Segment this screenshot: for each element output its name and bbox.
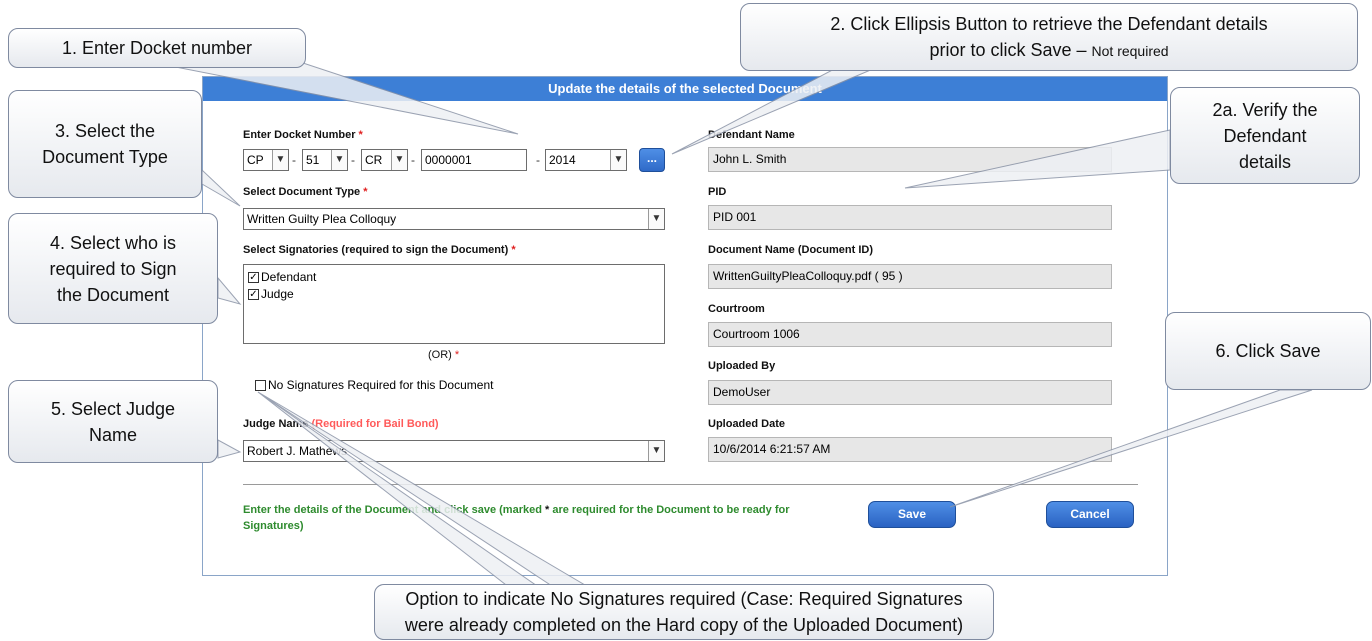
docket-separator: - — [536, 153, 540, 167]
chevron-down-icon: ▼ — [648, 209, 664, 229]
callout-signatories: 4. Select who is required to Sign the Do… — [8, 213, 218, 324]
docket-label-text: Enter Docket Number — [243, 129, 356, 141]
callout-text: 2. Click Ellipsis Button to retrieve the… — [830, 13, 1268, 34]
docket-part2-value: 51 — [306, 153, 320, 167]
checkbox-checked[interactable]: ✓ — [248, 272, 259, 283]
docket-separator: - — [292, 153, 296, 167]
callout-text: 6. Click Save — [1215, 341, 1321, 361]
docket-part2-select[interactable]: 51 ▼ — [302, 149, 348, 171]
judge-name-label-text: Judge Name — [243, 418, 309, 430]
callout-verify-defendant: 2a. Verify the Defendant details — [1170, 87, 1360, 184]
chevron-down-icon: ▼ — [331, 150, 347, 170]
dialog-title: Update the details of the selected Docum… — [203, 77, 1167, 101]
document-type-select[interactable]: Written Guilty Plea Colloquy ▼ — [243, 208, 665, 230]
ellipsis-button[interactable]: ... — [639, 148, 665, 172]
callout-enter-docket: 1. Enter Docket number — [8, 28, 306, 68]
document-type-value: Written Guilty Plea Colloquy — [247, 212, 397, 226]
callout-text: 1. Enter Docket number — [61, 38, 253, 58]
signatory-label: Judge — [261, 287, 294, 301]
chevron-down-icon: ▼ — [272, 150, 288, 170]
callout-text-main: prior to click Save – — [929, 39, 1087, 60]
courtroom-label: Courtroom — [708, 303, 765, 315]
judge-name-value: Robert J. Mathews — [247, 444, 348, 458]
callout-text: Defendant — [1223, 125, 1307, 146]
signatories-label-text: Select Signatories (required to sign the… — [243, 244, 509, 256]
document-type-label-text: Select Document Type — [243, 186, 361, 198]
checkbox-checked[interactable]: ✓ — [248, 289, 259, 300]
required-mark: * — [454, 349, 460, 361]
docket-label: Enter Docket Number * — [243, 129, 363, 141]
or-label: (OR) — [428, 349, 452, 361]
uploaded-by-label: Uploaded By — [708, 360, 776, 372]
required-mark: * — [358, 129, 363, 141]
uploaded-date-label: Uploaded Date — [708, 418, 786, 430]
chevron-down-icon: ▼ — [610, 150, 626, 170]
signatory-label: Defendant — [261, 270, 317, 284]
callout-text: 3. Select the — [54, 121, 156, 141]
judge-required-note: (Required for Bail Bond) — [311, 418, 439, 430]
callout-judge-name: 5. Select Judge Name — [8, 380, 218, 463]
defendant-name-field: John L. Smith — [708, 147, 1112, 172]
signatories-label: Select Signatories (required to sign the… — [243, 244, 516, 256]
callout-text: 5. Select Judge — [50, 398, 176, 419]
docket-separator: - — [351, 153, 355, 167]
save-button[interactable]: Save — [868, 501, 956, 528]
pid-field: PID 001 — [708, 205, 1112, 230]
docket-part3-value: CR — [365, 153, 383, 167]
or-text: (OR) * — [428, 349, 459, 361]
docket-number-input[interactable]: 0000001 — [421, 149, 527, 171]
callout-note: Not required — [1091, 42, 1169, 59]
judge-name-label: Judge Name (Required for Bail Bond) — [243, 418, 439, 430]
no-signatures-option[interactable]: No Signatures Required for this Document — [255, 377, 493, 394]
docket-part3-select[interactable]: CR ▼ — [361, 149, 408, 171]
pid-label: PID — [708, 186, 727, 198]
required-mark: * — [511, 244, 516, 256]
callout-text: Document Type — [42, 147, 168, 167]
docket-part1-select[interactable]: CP ▼ — [243, 149, 289, 171]
judge-name-select[interactable]: Robert J. Mathews ▼ — [243, 440, 665, 462]
docket-year-select[interactable]: 2014 ▼ — [545, 149, 627, 171]
uploaded-by-field: DemoUser — [708, 380, 1112, 405]
no-signatures-label: No Signatures Required for this Document — [268, 378, 494, 392]
docket-year-value: 2014 — [549, 153, 576, 167]
callout-click-save: 6. Click Save — [1165, 312, 1371, 390]
required-mark: * — [363, 186, 368, 198]
callout-ellipsis: 2. Click Ellipsis Button to retrieve the… — [740, 3, 1358, 71]
callout-document-type: 3. Select the Document Type — [8, 90, 202, 198]
callout-text: Option to indicate No Signatures require… — [405, 589, 963, 609]
docket-separator: - — [411, 153, 415, 167]
callout-text: the Document — [56, 284, 170, 305]
instructions-before: Enter the details of the Document and cl… — [243, 504, 545, 516]
signatory-judge[interactable]: ✓ Judge — [248, 286, 660, 303]
signatories-list: ✓ Defendant ✓ Judge — [243, 264, 665, 344]
callout-text: required to Sign — [49, 258, 177, 279]
callout-text: prior to click Save – Not required — [929, 37, 1168, 64]
callout-text: details — [1238, 151, 1292, 172]
document-type-label: Select Document Type * — [243, 186, 368, 198]
callout-text: Name — [88, 424, 137, 445]
checkbox-unchecked[interactable] — [255, 380, 266, 391]
uploaded-date-field: 10/6/2014 6:21:57 AM — [708, 437, 1112, 462]
instructions-text: Enter the details of the Document and cl… — [243, 502, 833, 534]
divider — [243, 484, 1138, 485]
chevron-down-icon: ▼ — [648, 441, 664, 461]
cancel-button[interactable]: Cancel — [1046, 501, 1134, 528]
callout-text: 2a. Verify the — [1212, 99, 1318, 120]
document-name-field: WrittenGuiltyPleaColloquy.pdf ( 95 ) — [708, 264, 1112, 289]
callout-text: were already completed on the Hard copy … — [404, 615, 964, 635]
signatory-defendant[interactable]: ✓ Defendant — [248, 269, 660, 286]
update-document-dialog: Update the details of the selected Docum… — [202, 76, 1168, 576]
callout-text: 4. Select who is — [49, 232, 177, 253]
callout-no-signatures: Option to indicate No Signatures require… — [374, 584, 994, 640]
chevron-down-icon: ▼ — [391, 150, 407, 170]
courtroom-field: Courtroom 1006 — [708, 322, 1112, 347]
document-name-label: Document Name (Document ID) — [708, 244, 874, 256]
defendant-name-label: Defendant Name — [708, 129, 795, 141]
docket-part1-value: CP — [247, 153, 264, 167]
